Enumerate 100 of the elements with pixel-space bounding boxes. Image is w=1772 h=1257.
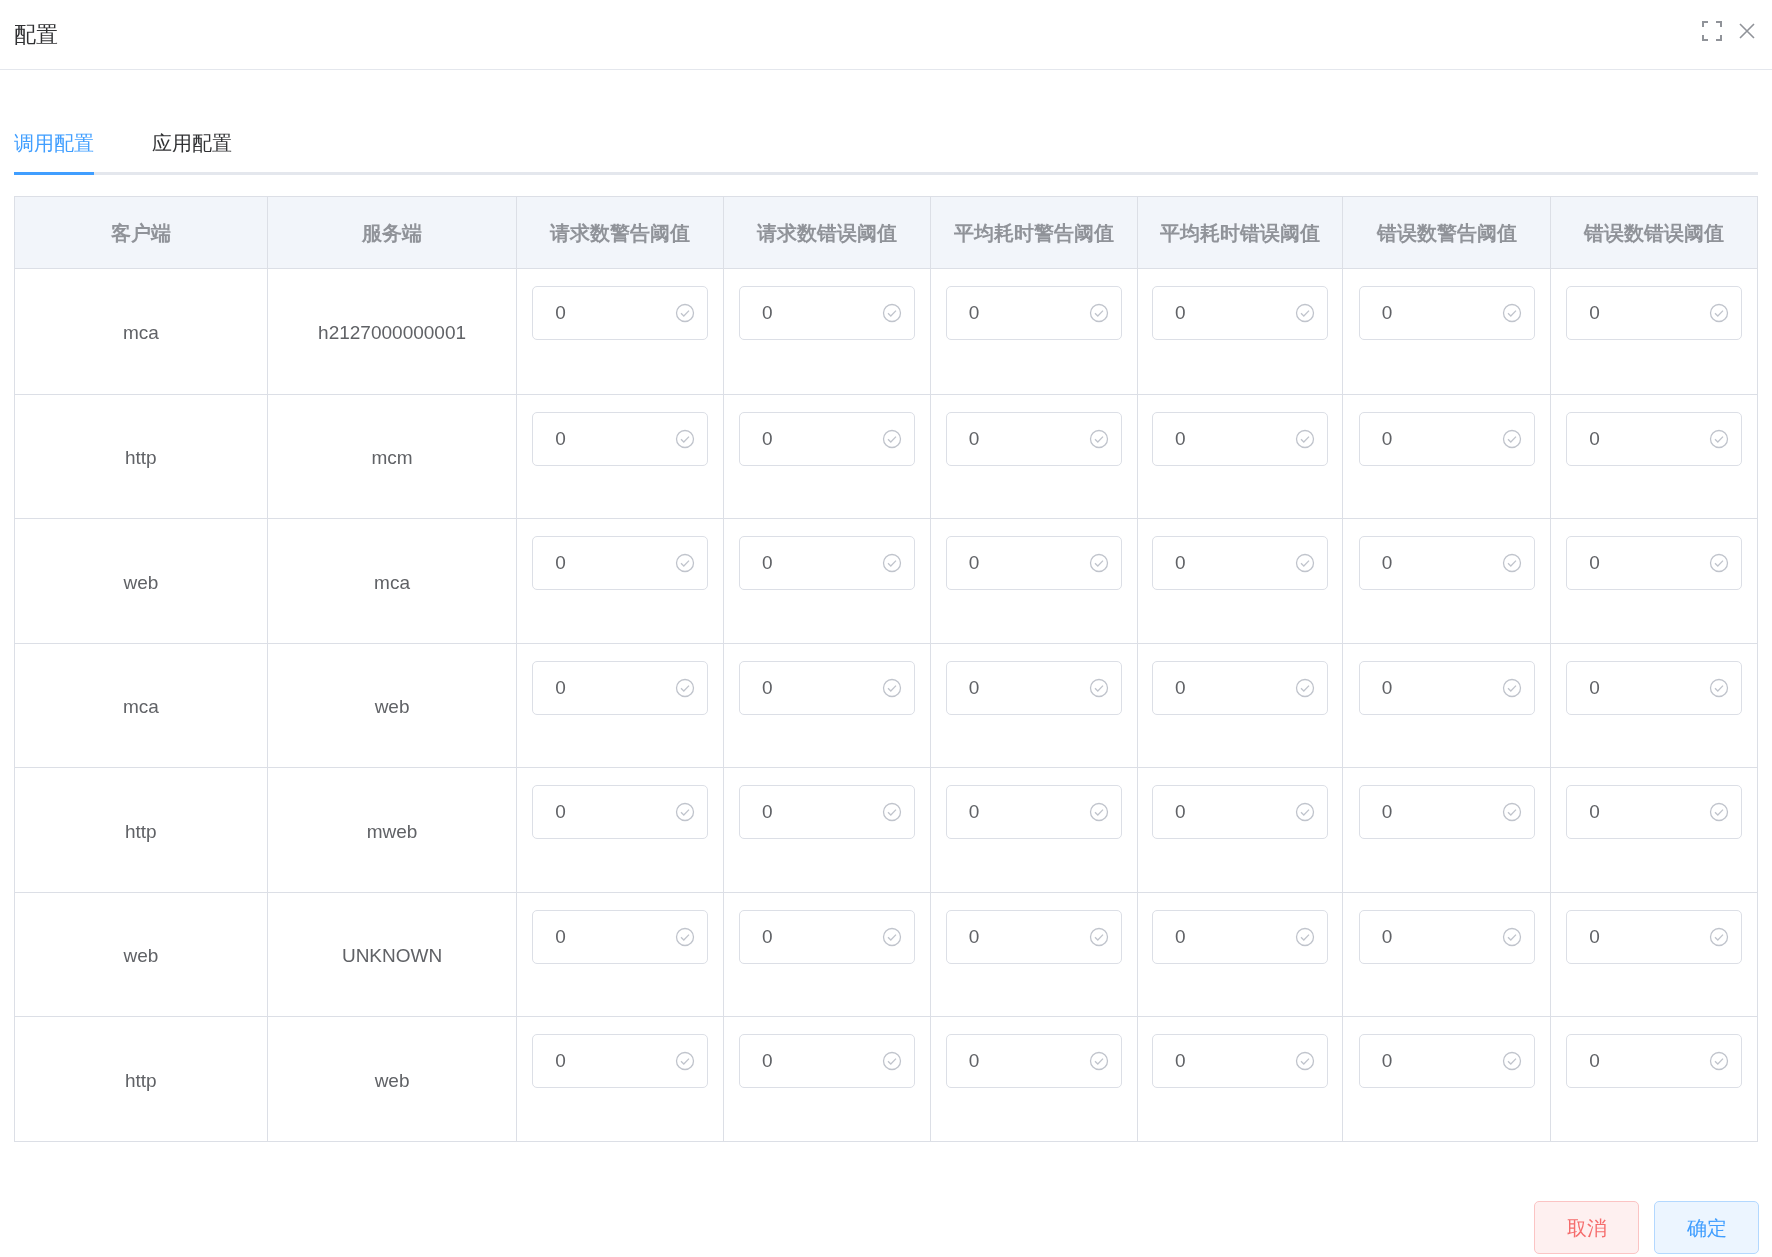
check-circle-icon	[1088, 677, 1109, 698]
tab[interactable]: 应用配置	[152, 128, 232, 175]
table-cell-text: web	[374, 695, 410, 719]
table-cell-text: mca	[374, 570, 410, 595]
table-cell-text: mca	[122, 695, 159, 719]
input-field[interactable]: 0	[1566, 286, 1743, 340]
input-field[interactable]: 0	[1566, 785, 1743, 839]
input-field[interactable]: 0	[945, 536, 1122, 590]
input-field[interactable]: 0	[1358, 536, 1535, 590]
input-field[interactable]: 0	[739, 660, 916, 715]
input-field[interactable]: 0	[739, 1034, 916, 1088]
check-circle-icon	[1709, 802, 1730, 822]
column-header: 客户端	[110, 220, 171, 246]
input-field[interactable]: 0	[1566, 411, 1743, 466]
input-field[interactable]: 0	[1358, 785, 1535, 839]
close-icon[interactable]	[1738, 21, 1756, 40]
check-circle-icon	[882, 926, 903, 947]
input-field[interactable]: 0	[1358, 1034, 1535, 1088]
input-field[interactable]: 0	[532, 411, 709, 466]
input-field[interactable]: 0	[1358, 411, 1535, 466]
input-field[interactable]: 0	[1152, 1034, 1329, 1088]
input-field[interactable]: 0	[532, 909, 709, 964]
column-header: 错误数警告阈值	[1376, 220, 1517, 246]
check-circle-icon	[1709, 677, 1730, 698]
input-field[interactable]: 0	[1152, 785, 1329, 839]
column-header: 请求数警告阈值	[550, 220, 691, 246]
fullscreen-icon[interactable]	[1702, 20, 1722, 41]
input-field[interactable]: 0	[1152, 909, 1329, 964]
check-circle-icon	[675, 1051, 696, 1071]
input-field[interactable]: 0	[1358, 286, 1535, 340]
input-field[interactable]: 0	[1152, 660, 1329, 715]
table-cell-text: web	[123, 570, 159, 595]
check-circle-icon	[1295, 802, 1316, 822]
input-field[interactable]: 0	[532, 536, 709, 590]
check-circle-icon	[1295, 677, 1316, 698]
input-field[interactable]: 0	[1566, 536, 1743, 590]
input-field[interactable]: 0	[739, 785, 916, 839]
input-field[interactable]: 0	[1358, 660, 1535, 715]
table-cell-text: mweb	[366, 819, 418, 844]
check-circle-icon	[882, 303, 903, 323]
column-header: 平均耗时警告阈值	[953, 220, 1114, 246]
table-cell-text: UNKNOWN	[341, 944, 443, 968]
column-header: 请求数错误阈值	[757, 220, 898, 246]
check-circle-icon	[675, 926, 696, 947]
check-circle-icon	[1709, 926, 1730, 947]
check-circle-icon	[882, 802, 903, 822]
check-circle-icon	[1501, 1051, 1522, 1071]
input-field[interactable]: 0	[532, 286, 709, 340]
table-cell-text: web	[374, 1068, 410, 1093]
check-circle-icon	[675, 428, 696, 449]
check-circle-icon	[1501, 802, 1522, 822]
column-header: 错误数错误阈值	[1584, 220, 1725, 246]
dialog-title: 配置	[14, 21, 58, 49]
table-cell-text: http	[125, 819, 157, 844]
input-field[interactable]: 0	[945, 1034, 1122, 1088]
check-circle-icon	[882, 428, 903, 449]
check-circle-icon	[1295, 428, 1316, 449]
input-field[interactable]: 0	[945, 785, 1122, 839]
check-circle-icon	[675, 677, 696, 698]
check-circle-icon	[1709, 553, 1730, 573]
input-field[interactable]: 0	[945, 286, 1122, 340]
input-field[interactable]: 0	[739, 909, 916, 964]
input-field[interactable]: 0	[532, 1034, 709, 1088]
check-circle-icon	[675, 802, 696, 822]
input-field[interactable]: 0	[1566, 660, 1743, 715]
check-circle-icon	[882, 553, 903, 573]
check-circle-icon	[1709, 303, 1730, 323]
input-field[interactable]: 0	[945, 909, 1122, 964]
input-field[interactable]: 0	[1152, 286, 1329, 340]
table-cell-text: http	[125, 446, 157, 470]
check-circle-icon	[1088, 428, 1109, 449]
check-circle-icon	[1088, 303, 1109, 323]
input-field[interactable]: 0	[1566, 1034, 1743, 1088]
check-circle-icon	[675, 303, 696, 323]
input-field[interactable]: 0	[945, 411, 1122, 466]
check-circle-icon	[882, 1051, 903, 1071]
input-field[interactable]: 0	[1358, 909, 1535, 964]
input-field[interactable]: 0	[739, 536, 916, 590]
check-circle-icon	[1295, 553, 1316, 573]
check-circle-icon	[882, 677, 903, 698]
input-field[interactable]: 0	[945, 660, 1122, 715]
input-field[interactable]: 0	[1152, 411, 1329, 466]
input-field[interactable]: 0	[739, 286, 916, 340]
input-field[interactable]: 0	[739, 411, 916, 466]
check-circle-icon	[1088, 926, 1109, 947]
check-circle-icon	[1501, 553, 1522, 573]
check-circle-icon	[1501, 303, 1522, 323]
check-circle-icon	[1295, 926, 1316, 947]
input-field[interactable]: 0	[1566, 909, 1743, 964]
input-field[interactable]: 0	[532, 785, 709, 839]
check-circle-icon	[1088, 1051, 1109, 1071]
input-field[interactable]: 0	[532, 660, 709, 715]
check-circle-icon	[1709, 1051, 1730, 1071]
table-cell-text: mca	[122, 321, 159, 345]
input-field[interactable]: 0	[1152, 536, 1329, 590]
check-circle-icon	[1295, 303, 1316, 323]
table-cell-text: web	[123, 944, 159, 968]
check-circle-icon	[1709, 428, 1730, 449]
check-circle-icon	[1295, 1051, 1316, 1071]
column-header: 平均耗时错误阈值	[1160, 220, 1321, 246]
